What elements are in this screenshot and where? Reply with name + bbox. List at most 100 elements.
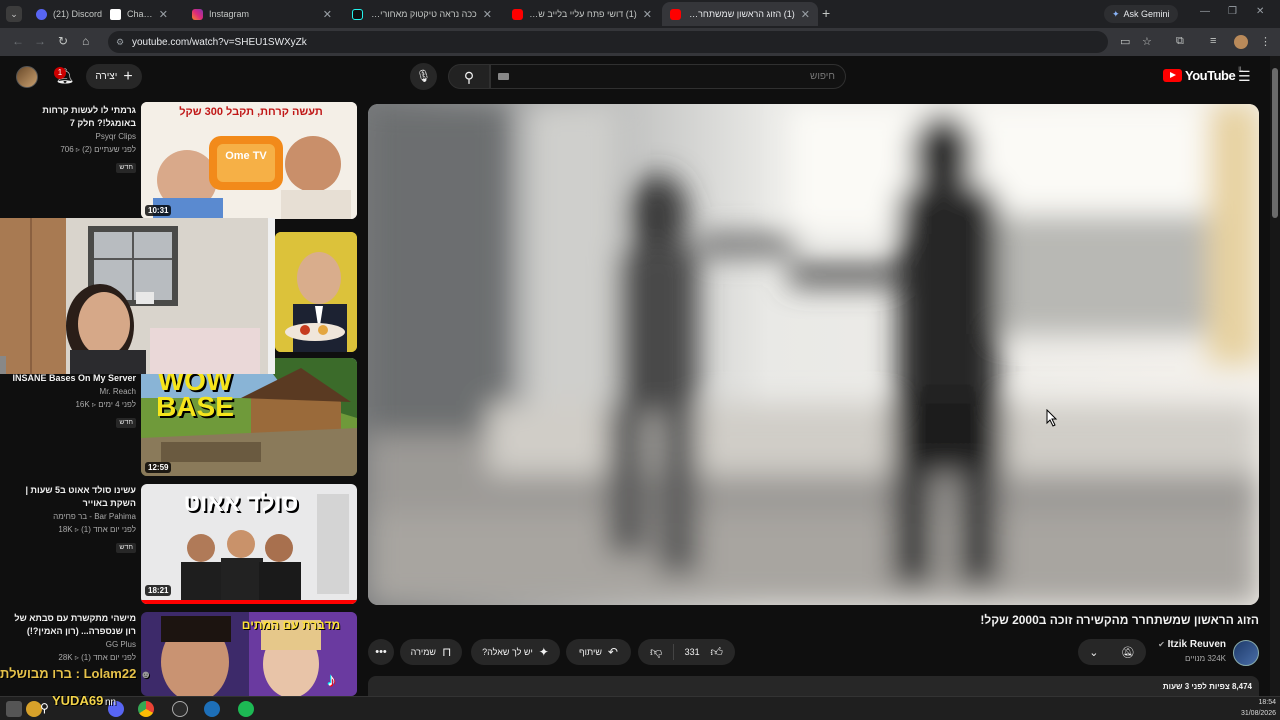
view-count: 28K bbox=[58, 653, 73, 662]
channel-name[interactable]: GG Plus bbox=[4, 638, 136, 651]
share-icon: ↶ bbox=[607, 645, 618, 659]
ask-button[interactable]: יש לך שאלה? ✦ bbox=[471, 639, 560, 665]
video-title[interactable]: עשינו סולד אאוט ב5 שעות | השקת באוייר bbox=[4, 484, 137, 510]
address-bar[interactable]: ⚙ youtube.com/watch?v=SHEU1SWXyZk bbox=[108, 31, 1108, 53]
tab-title: (1) הזוג הראשון שמשתחרר מה bbox=[687, 9, 795, 19]
page-scrollbar[interactable] bbox=[1270, 56, 1280, 696]
chat-line: Lolam22 : ברו מבושלת bbox=[0, 666, 137, 681]
minimize-button[interactable]: — bbox=[1200, 6, 1210, 17]
tab-title: ככה נראה טיקטוק מאחורי הקל bbox=[369, 9, 477, 19]
video-title[interactable]: מישהי מתקשרת עם סבתא של רון שנספרה... (ר… bbox=[4, 612, 136, 638]
close-icon[interactable]: ✕ bbox=[643, 8, 652, 21]
maximize-button[interactable]: ❐ bbox=[1228, 6, 1237, 17]
screen: ⌄ (21) Discord | # ✕ Chat | R ✕ Instagra… bbox=[0, 0, 1280, 720]
like-icon[interactable]: 👍︎ bbox=[710, 645, 723, 660]
youtube-logo[interactable]: YouTube IL bbox=[1163, 67, 1243, 83]
channel-name-text: Itzik Reuven bbox=[1167, 639, 1226, 650]
gemini-icon: ✦ bbox=[1112, 8, 1120, 19]
tab-search-button[interactable]: ⌄ bbox=[6, 6, 22, 22]
channel-name[interactable]: Psyqr Clips bbox=[4, 130, 136, 143]
tab-instagram[interactable]: Instagram ✕ bbox=[184, 2, 340, 26]
create-label: יצירה bbox=[95, 71, 118, 82]
youtube-play-icon bbox=[1163, 69, 1182, 82]
close-icon[interactable]: ✕ bbox=[323, 8, 332, 21]
ask-gemini-button[interactable]: ✦ Ask Gemini bbox=[1104, 5, 1178, 23]
tab-chat[interactable]: Chat | R ✕ bbox=[104, 2, 176, 26]
like-dislike-group: 👎︎ 331 👍︎ bbox=[638, 639, 735, 665]
clock-time: 18:54 bbox=[1258, 699, 1276, 706]
video-title[interactable]: גרמתי לו לעשות קרחות באומגל!? חלק 7 bbox=[4, 104, 136, 130]
search-button[interactable]: ⚲ bbox=[448, 64, 490, 89]
channel-name[interactable]: ✔ Itzik Reuven bbox=[1120, 639, 1226, 650]
clock-date: 31/08/2026 bbox=[1240, 710, 1276, 717]
close-window-button[interactable]: ✕ bbox=[1256, 6, 1264, 17]
obs-icon[interactable] bbox=[172, 701, 188, 717]
recommendation-item[interactable]: WOW BASE 12:59 INSANE Bases On My Server… bbox=[0, 358, 360, 478]
plus-icon: + bbox=[123, 67, 133, 85]
notification-count-badge: 1 bbox=[54, 67, 66, 79]
chrome-icon[interactable] bbox=[138, 701, 154, 717]
more-actions-button[interactable]: ••• bbox=[368, 639, 394, 665]
share-button[interactable]: שיתוף ↶ bbox=[566, 639, 631, 665]
recommendation-item[interactable]: תעשה קרחת, תקבל 300 שקל Ome TV 10:31 גרמ… bbox=[0, 102, 360, 219]
save-label: שמירה bbox=[410, 647, 436, 657]
search-input[interactable] bbox=[490, 64, 846, 89]
channel-avatar[interactable] bbox=[1233, 640, 1259, 666]
menu-icon[interactable]: ⋮ bbox=[1260, 35, 1271, 48]
thumbnail-art bbox=[275, 232, 357, 352]
forward-button[interactable]: → bbox=[34, 34, 46, 48]
video-thumbnail[interactable]: סולד אאוט 18:21 bbox=[141, 484, 357, 604]
thumbnail-caption: מדברת עם המתים bbox=[241, 618, 341, 632]
recommendation-meta: מישהי מתקשרת עם סבתא של רון שנספרה... (ר… bbox=[4, 612, 136, 664]
recommendation-item[interactable]: סולד אאוט 18:21 עשינו סולד אאוט ב5 שעות … bbox=[0, 484, 360, 606]
cast-icon[interactable]: ▭ bbox=[1120, 35, 1130, 48]
youtube-icon bbox=[512, 8, 523, 20]
home-icon[interactable]: ⌂ bbox=[82, 34, 89, 48]
youtube-header: 🔔︎ יצירה + 🎙︎ ⚲ YouTube IL ☰ bbox=[0, 56, 1270, 98]
guide-menu-icon[interactable]: ☰ bbox=[1238, 68, 1254, 85]
close-icon[interactable]: ✕ bbox=[159, 8, 168, 21]
create-button[interactable]: יצירה + bbox=[86, 64, 142, 89]
channel-name[interactable]: Bar Pahima - בר פחימה bbox=[4, 510, 136, 523]
video-thumbnail[interactable]: תעשה קרחת, תקבל 300 שקל Ome TV 10:31 bbox=[141, 102, 357, 219]
video-thumbnail[interactable]: מדברת עם המתים ♪ bbox=[141, 612, 357, 696]
save-button[interactable]: שמירה ⊓ bbox=[400, 639, 462, 665]
voice-search-button[interactable]: 🎙︎ bbox=[410, 63, 437, 90]
video-thumbnail[interactable] bbox=[275, 232, 357, 352]
sparkle-icon: ✦ bbox=[538, 645, 549, 659]
spotify-icon[interactable] bbox=[238, 701, 254, 717]
chat-icon bbox=[110, 8, 121, 20]
video-thumbnail[interactable]: WOW BASE 12:59 bbox=[141, 358, 357, 476]
tab-youtube-active[interactable]: (1) הזוג הראשון שמשתחרר מה ✕ bbox=[662, 2, 818, 26]
video-title: הזוג הראשון שמשתחרר מהקשירה זוכה ב2000 ש… bbox=[980, 613, 1259, 627]
browser-profile-avatar[interactable] bbox=[1234, 35, 1248, 49]
site-info-icon[interactable]: ⚙ bbox=[116, 37, 124, 48]
extensions-icon[interactable]: ⧉ bbox=[1176, 35, 1184, 48]
dislike-icon[interactable]: 👎︎ bbox=[650, 645, 662, 660]
new-badge: חדש bbox=[116, 163, 136, 173]
tiktok-icon bbox=[352, 8, 363, 20]
scrollbar-thumb[interactable] bbox=[1272, 68, 1278, 218]
thumbnail-caption: WOW BASE bbox=[156, 365, 234, 422]
video-player[interactable] bbox=[368, 104, 1259, 605]
keyboard-icon[interactable] bbox=[498, 73, 509, 80]
start-icon[interactable] bbox=[6, 701, 22, 717]
video-age: לפני יום אחד (1) bbox=[81, 653, 136, 662]
channel-name[interactable]: Mr. Reach bbox=[4, 385, 136, 398]
tab-tiktok[interactable]: ככה נראה טיקטוק מאחורי הקל ✕ bbox=[344, 2, 500, 26]
tab-youtube-1[interactable]: (1) דושי פתח עליי בלייב שלו.. ה ✕ bbox=[504, 2, 660, 26]
duration-badge: 18:21 bbox=[145, 585, 172, 596]
account-avatar[interactable] bbox=[16, 66, 38, 88]
close-icon[interactable]: ✕ bbox=[801, 8, 810, 21]
close-icon[interactable]: ✕ bbox=[483, 8, 492, 21]
back-button[interactable]: ← bbox=[12, 34, 24, 48]
overlay-viewer-name: YUDA69 bbox=[52, 693, 104, 708]
video-age: לפני יום אחד (1) bbox=[81, 525, 136, 534]
ask-gemini-label: Ask Gemini bbox=[1123, 9, 1170, 19]
reload-button[interactable]: ↻ bbox=[58, 34, 68, 48]
bookmark-star-icon[interactable]: ☆ bbox=[1142, 35, 1152, 48]
app-icon[interactable] bbox=[204, 701, 220, 717]
playlist-icon[interactable]: ≡ bbox=[1210, 35, 1216, 47]
new-tab-button[interactable]: + bbox=[822, 5, 830, 21]
system-clock[interactable]: 18:54 31/08/2026 bbox=[1222, 697, 1276, 719]
